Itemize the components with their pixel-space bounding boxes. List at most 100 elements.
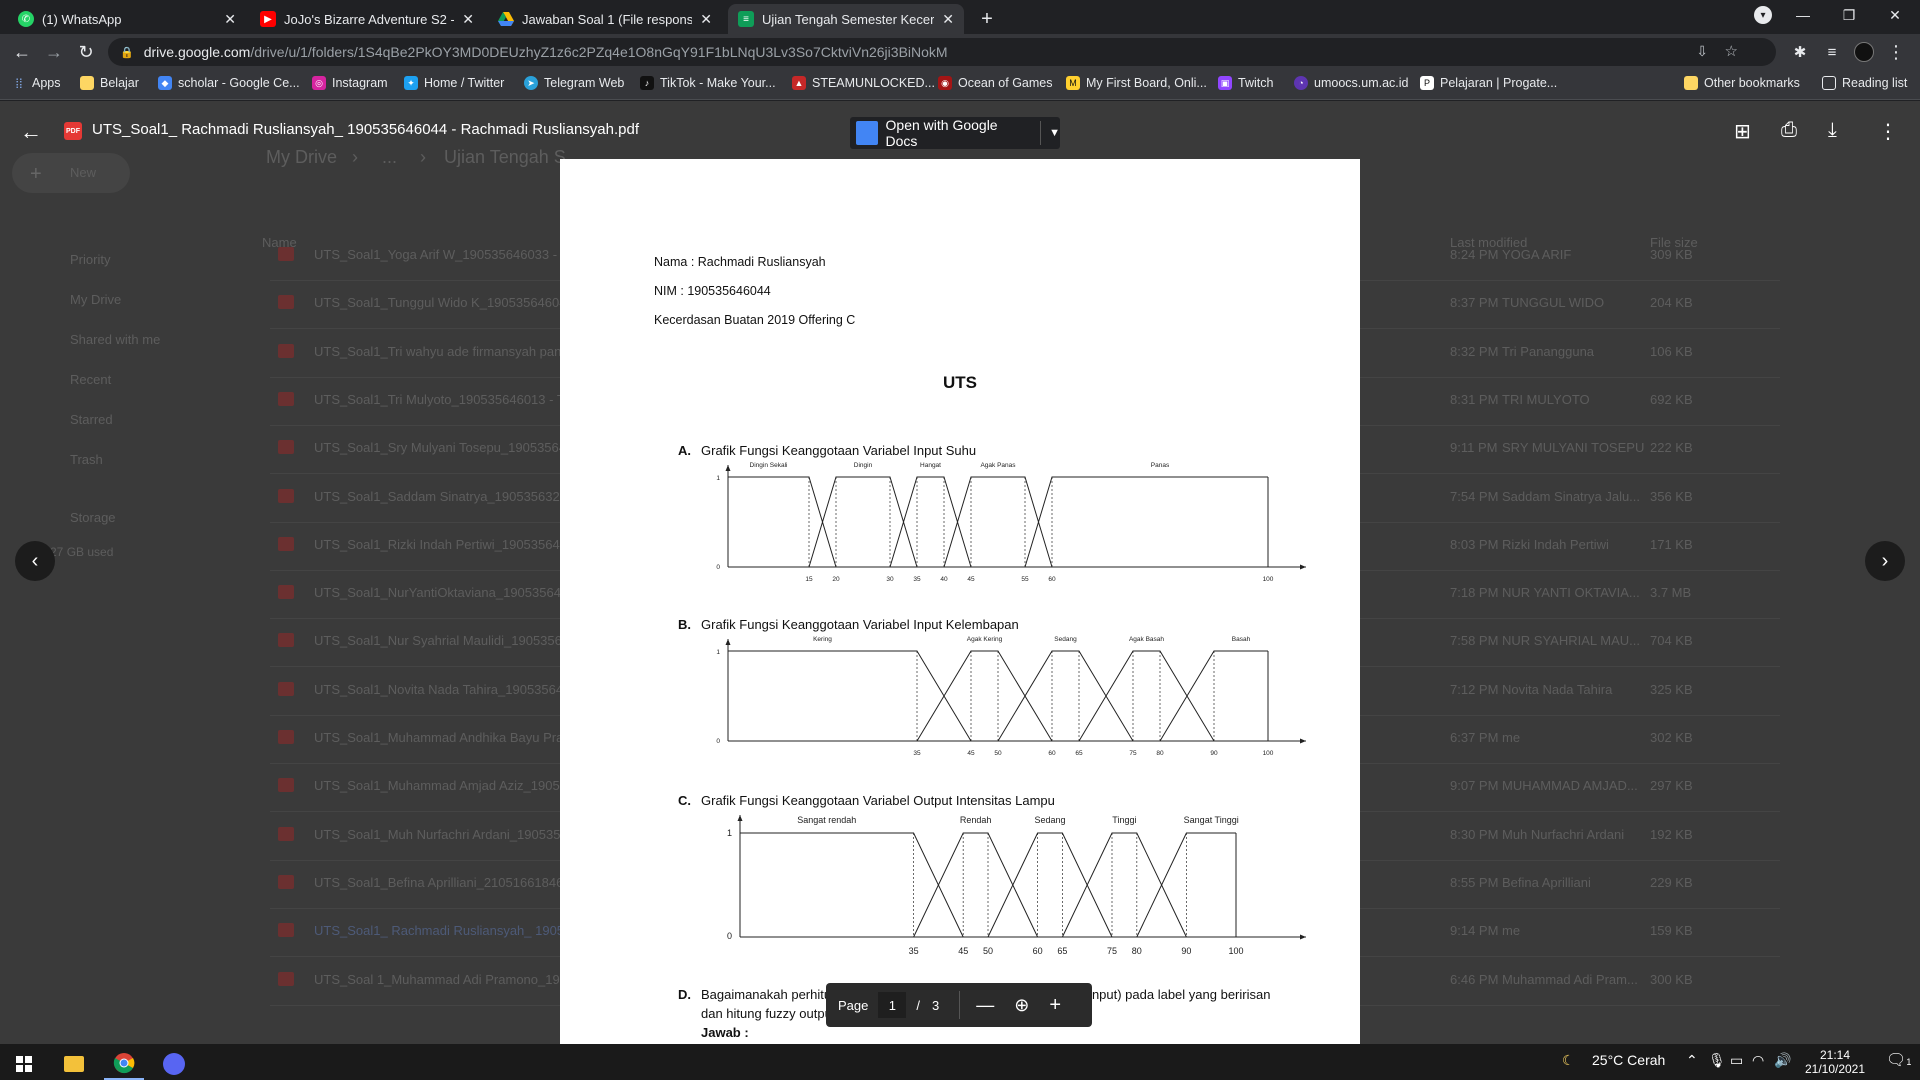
series-label: Tinggi: [1112, 815, 1136, 825]
clock[interactable]: 21:14 21/10/2021: [1800, 1048, 1870, 1076]
membership-series-line: [916, 650, 1053, 742]
windows-start-icon[interactable]: [4, 1048, 44, 1080]
pdf-file-icon: [278, 730, 294, 744]
chevron-down-icon[interactable]: ▼: [1049, 127, 1060, 139]
tab-whatsapp[interactable]: ✆ (1) WhatsApp ✕: [8, 4, 246, 34]
row-size: 325 KB: [1650, 681, 1693, 697]
bookmark-apps[interactable]: ⁞⁞ Apps: [12, 76, 60, 91]
chrome-menu-icon[interactable]: ⋮: [1884, 40, 1908, 64]
row-owner: Muhammad Adi Pram...: [1502, 971, 1638, 987]
row-name: UTS_Soal1_Novita Nada Tahira_19053564: [314, 681, 564, 697]
row-name: UTS_Soal1_Muhammad Andhika Bayu Pra: [314, 730, 564, 745]
download-icon[interactable]: ⤓: [1828, 119, 1837, 142]
pdf-file-icon: [278, 681, 294, 696]
nav-recent: Recent: [70, 372, 112, 387]
close-tab-icon[interactable]: ✕: [700, 11, 712, 28]
print-icon[interactable]: ⎙: [1781, 119, 1797, 142]
x-axis-arrow: [1300, 564, 1306, 570]
reload-icon[interactable]: ↻: [74, 40, 98, 64]
x-tick-label: 100: [1263, 750, 1274, 757]
y-tick-label: 1: [716, 649, 720, 656]
next-file-chevron-icon[interactable]: ›: [1865, 541, 1905, 581]
battery-icon[interactable]: ▭: [1730, 1052, 1743, 1069]
bookmark-twitter[interactable]: ✦ Home / Twitter: [404, 76, 504, 90]
profile-avatar-icon[interactable]: [1852, 40, 1876, 64]
zoom-out-icon[interactable]: —: [976, 995, 994, 1016]
bookmark-scholar[interactable]: ◆ scholar - Google Ce...: [158, 76, 300, 90]
section-title: Grafik Fungsi Keanggotaan Variabel Outpu…: [701, 793, 1055, 808]
row-name: UTS_Soal1_Yoga Arif W_190535646033 -: [314, 247, 558, 262]
bookmark-telegram[interactable]: ➤ Telegram Web: [524, 76, 624, 90]
plus-icon: +: [30, 163, 42, 185]
new-tab-button[interactable]: +: [974, 6, 1000, 32]
add-comment-icon[interactable]: ⊞: [1734, 119, 1751, 144]
bookmark-star-icon[interactable]: ☆: [1725, 42, 1738, 60]
bookmark-steamunlocked[interactable]: ▲ STEAMUNLOCKED...: [792, 76, 935, 90]
close-tab-icon[interactable]: ✕: [942, 11, 954, 28]
section-title: Grafik Fungsi Keanggotaan Variabel Input…: [701, 443, 977, 458]
bookmark-umoocs[interactable]: ◔ umoocs.um.ac.id: [1294, 76, 1408, 90]
extensions-puzzle-icon[interactable]: ✱: [1788, 40, 1812, 64]
bookmark-progate[interactable]: P Pelajaran | Progate...: [1420, 76, 1557, 90]
bookmark-ocean-of-games[interactable]: ◉ Ocean of Games: [938, 76, 1053, 90]
page-navigator: Page 1 / 3 — ⊕ +: [826, 983, 1092, 1027]
close-window-icon[interactable]: ✕: [1872, 0, 1918, 30]
close-tab-icon[interactable]: ✕: [224, 11, 236, 28]
page-total: 3: [932, 997, 940, 1013]
nav-my-drive: My Drive: [70, 292, 122, 307]
more-options-icon[interactable]: ⋮: [1878, 119, 1898, 144]
close-tab-icon[interactable]: ✕: [462, 11, 474, 28]
lock-icon[interactable]: 🔒: [120, 46, 134, 59]
weather-moon-icon[interactable]: ☾: [1562, 1052, 1575, 1069]
bookmark-instagram[interactable]: ◎ Instagram: [312, 76, 388, 90]
row-time: 7:12 PM: [1450, 681, 1499, 697]
file-explorer-icon[interactable]: [54, 1048, 94, 1080]
row-name: UTS_Soal1_Sry Mulyani Tosepu_19053564: [314, 440, 566, 456]
bookmark-reading-list[interactable]: Reading list: [1822, 76, 1907, 90]
bookmark-label: Home / Twitter: [424, 76, 505, 90]
tab-youtube[interactable]: ▶ JoJo's Bizarre Adventure S2 - Epi ✕: [250, 4, 484, 34]
discord-taskbar-icon[interactable]: [154, 1048, 194, 1080]
pdf-file-icon: [278, 247, 294, 261]
bookmark-other[interactable]: Other bookmarks: [1684, 76, 1800, 90]
chrome-taskbar-icon[interactable]: [104, 1048, 144, 1080]
show-hidden-icons-chevron-icon[interactable]: ⌃: [1686, 1052, 1698, 1069]
minimize-window-icon[interactable]: —: [1780, 0, 1826, 30]
tab-google-drive[interactable]: Jawaban Soal 1 (File responses) - ✕: [488, 4, 722, 34]
microphone-icon[interactable]: 🎙: [1708, 1052, 1726, 1069]
row-size: 222 KB: [1650, 440, 1693, 456]
row-time: 9:11 PM: [1450, 440, 1498, 456]
weather-text[interactable]: 25°C Cerah: [1592, 1052, 1665, 1068]
series-label: Dingin Sekali: [750, 462, 788, 469]
forward-arrow-icon[interactable]: →: [42, 40, 66, 64]
previous-file-chevron-icon[interactable]: ‹: [15, 541, 55, 581]
row-size: 297 KB: [1650, 778, 1693, 794]
page-number-input[interactable]: 1: [878, 992, 907, 1018]
bookmark-tiktok[interactable]: ♪ TikTok - Make Your...: [640, 76, 776, 90]
series-label: Basah: [1232, 636, 1251, 643]
back-arrow-icon[interactable]: ←: [20, 119, 42, 145]
row-size: 204 KB: [1650, 295, 1693, 311]
restore-window-icon[interactable]: ❐: [1826, 0, 1872, 30]
pdf-file-icon: [278, 536, 294, 551]
back-arrow-icon[interactable]: ←: [10, 40, 34, 64]
open-with-google-docs-button[interactable]: Open with Google Docs ▼: [850, 117, 1060, 149]
zoom-in-icon[interactable]: +: [1049, 994, 1061, 1017]
x-tick-label: 80: [1156, 750, 1164, 757]
zoom-magnifier-icon[interactable]: ⊕: [1014, 995, 1029, 1016]
address-bar[interactable]: 🔒 drive.google.com/drive/u/1/folders/1S4…: [108, 38, 1776, 66]
bookmark-belajar[interactable]: Belajar: [80, 76, 139, 90]
tab-google-forms-active[interactable]: ≡ Ujian Tengah Semester Kecerdas ✕: [728, 4, 964, 34]
telegram-icon: ➤: [524, 76, 538, 90]
membership-series-line: [808, 476, 918, 568]
reading-list-menu-icon[interactable]: ≡: [1820, 40, 1844, 64]
row-owner: NUR YANTI OKTAVIA...: [1502, 585, 1640, 601]
bookmark-label: My First Board, Onli...: [1086, 76, 1207, 90]
volume-icon[interactable]: 🔊: [1774, 1052, 1791, 1069]
notification-center-icon[interactable]: 🗨1: [1886, 1050, 1911, 1070]
x-tick-label: 90: [1181, 946, 1191, 956]
install-app-icon[interactable]: ⇩: [1696, 43, 1708, 60]
bookmark-twitch[interactable]: ▣ Twitch: [1218, 76, 1273, 90]
wifi-icon[interactable]: ◠: [1752, 1052, 1764, 1069]
bookmark-miro[interactable]: M My First Board, Onli...: [1066, 76, 1207, 90]
